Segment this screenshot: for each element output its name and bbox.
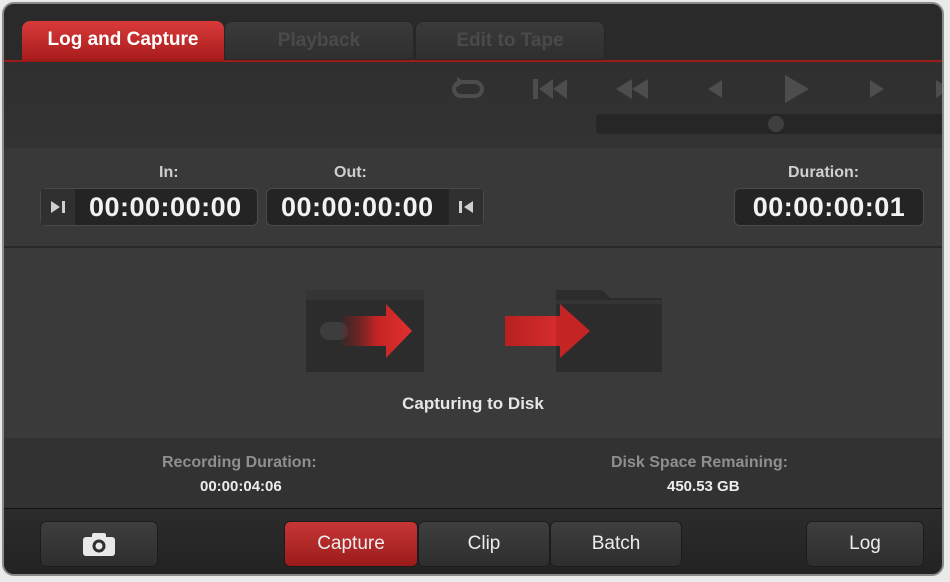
set-in-point-button[interactable] — [41, 189, 75, 225]
capture-status-text: Capturing to Disk — [402, 394, 544, 413]
bottom-toolbar: Capture Clip Batch Log — [4, 508, 942, 574]
tab-log-and-capture[interactable]: Log and Capture — [22, 21, 224, 60]
log-button[interactable]: Log — [806, 521, 924, 567]
tab-playback[interactable]: Playback — [224, 21, 414, 60]
camera-icon — [83, 533, 115, 556]
tab-edit-to-tape[interactable]: Edit to Tape — [415, 21, 605, 60]
mark-in-icon — [51, 201, 65, 213]
duration-label: Duration: — [788, 164, 860, 181]
step-forward-icon[interactable] — [858, 74, 898, 104]
timecode-panel: In: Out: Duration: 00:00:00:00 00:00:00:… — [4, 148, 942, 248]
log-and-capture-window: Log and Capture Playback Edit to Tape In… — [2, 2, 944, 576]
in-label: In: — [159, 164, 179, 181]
out-label: Out: — [334, 164, 367, 181]
disk-space-label: Disk Space Remaining: — [611, 454, 788, 471]
jog-shuttle-knob[interactable] — [768, 116, 784, 132]
recording-duration-label: Recording Duration: — [162, 454, 317, 471]
in-timecode-value: 00:00:00:00 — [89, 191, 242, 222]
capture-button[interactable]: Capture — [284, 521, 418, 567]
tab-bar: Log and Capture Playback Edit to Tape — [4, 4, 942, 62]
out-timecode-field[interactable]: 00:00:00:00 — [266, 188, 484, 226]
loop-icon[interactable] — [448, 74, 488, 104]
rewind-icon[interactable] — [612, 74, 652, 104]
set-out-point-button[interactable] — [449, 189, 483, 225]
play-icon[interactable] — [776, 74, 816, 104]
in-timecode-field[interactable]: 00:00:00:00 — [40, 188, 258, 226]
transport-controls — [4, 62, 942, 149]
duration-timecode-value: 00:00:00:01 — [752, 191, 906, 222]
tape-to-disk-graphic — [306, 290, 662, 372]
out-timecode-value: 00:00:00:00 — [281, 191, 434, 222]
capture-status-area: Capturing to Disk — [4, 248, 942, 438]
clip-button[interactable]: Clip — [418, 521, 550, 567]
step-back-icon[interactable] — [694, 74, 734, 104]
recording-duration-value: 00:00:04:06 — [200, 478, 282, 495]
jump-to-start-icon[interactable] — [530, 74, 570, 104]
jog-shuttle-slider[interactable] — [596, 114, 942, 134]
fast-forward-icon[interactable] — [924, 74, 942, 104]
disk-space-value: 450.53 GB — [667, 478, 740, 495]
capture-info-row: Recording Duration: 00:00:04:06 Disk Spa… — [4, 438, 942, 508]
grab-still-button[interactable] — [40, 521, 158, 567]
batch-button[interactable]: Batch — [550, 521, 682, 567]
mark-out-icon — [459, 201, 473, 213]
duration-timecode-field: 00:00:00:01 — [734, 188, 924, 226]
